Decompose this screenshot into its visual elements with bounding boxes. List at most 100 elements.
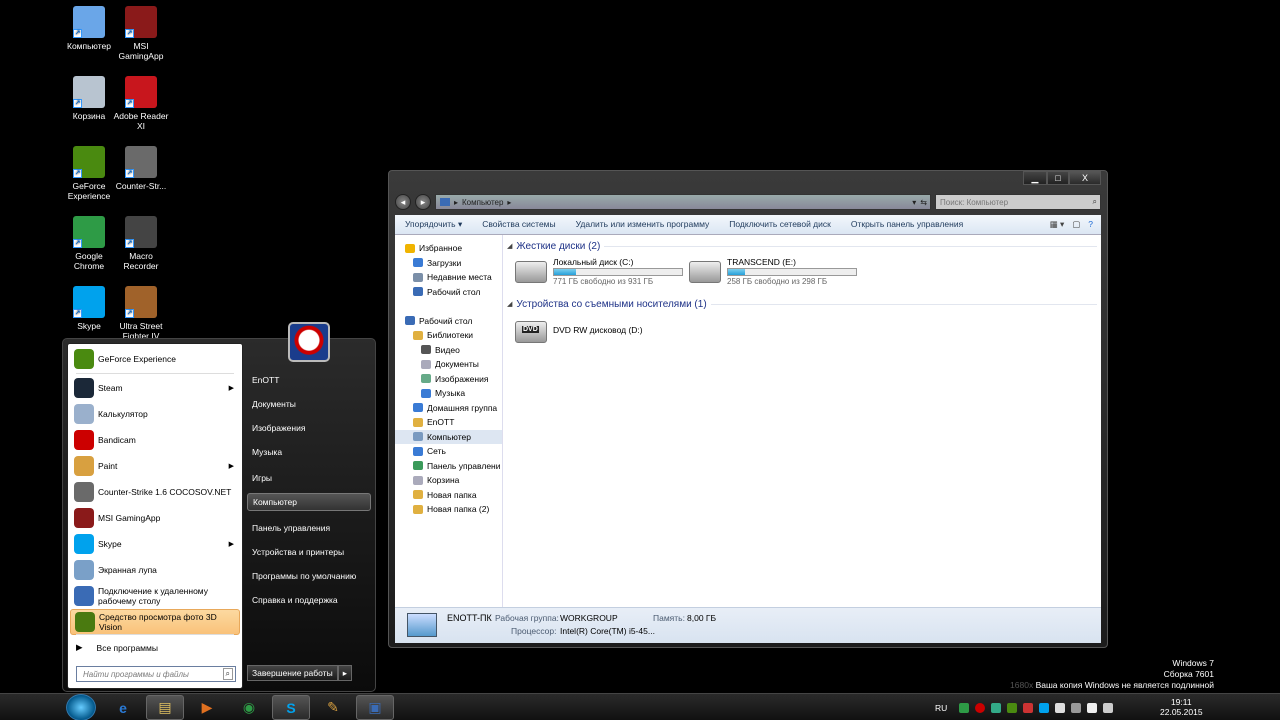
- start-program-item[interactable]: Калькулятор: [70, 401, 240, 427]
- address-bar[interactable]: ▸ Компьютер ▸ ▾ ⇆: [435, 194, 931, 210]
- taskbar-button[interactable]: ◉: [230, 695, 268, 720]
- start-search-input[interactable]: Найти программы и файлы ⌕: [76, 666, 236, 682]
- taskbar-button[interactable]: ▣: [356, 695, 394, 720]
- taskbar-button[interactable]: ▶: [188, 695, 226, 720]
- taskbar-button[interactable]: S: [272, 695, 310, 720]
- start-program-item[interactable]: Подключение к удаленному рабочему столу: [70, 583, 240, 609]
- start-program-item[interactable]: Skype ▶: [70, 531, 240, 557]
- start-program-item[interactable]: Counter-Strike 1.6 COCOSOV.NET: [70, 479, 240, 505]
- tray-app-icon[interactable]: [959, 702, 970, 713]
- tray-flag-icon[interactable]: [1087, 702, 1098, 713]
- all-programs-button[interactable]: ▶ Все программы: [76, 642, 158, 653]
- collapse-icon[interactable]: ◢: [507, 242, 512, 250]
- tree-item[interactable]: Библиотеки: [395, 328, 502, 343]
- start-place-item[interactable]: Программы по умолчанию: [247, 567, 371, 585]
- search-icon[interactable]: ⌕: [222, 668, 233, 680]
- start-place-item[interactable]: Музыка: [247, 443, 371, 461]
- taskbar-button[interactable]: ✎: [314, 695, 352, 720]
- language-indicator[interactable]: RU: [935, 703, 947, 713]
- breadcrumb-computer[interactable]: Компьютер: [462, 198, 503, 207]
- desktop-icon[interactable]: ↗ MSI GamingApp: [113, 6, 169, 61]
- tree-item[interactable]: Загрузки: [395, 256, 502, 271]
- tree-item[interactable]: Музыка: [395, 386, 502, 401]
- tray-volume-icon[interactable]: [1103, 702, 1114, 713]
- tray-record-icon[interactable]: [975, 702, 986, 713]
- user-avatar[interactable]: [288, 322, 330, 362]
- desktop-icon[interactable]: ↗ Adobe Reader XI: [113, 76, 169, 131]
- start-place-item[interactable]: Изображения: [247, 419, 371, 437]
- desktop-icon[interactable]: ↗ Skype: [61, 286, 117, 331]
- tree-item[interactable]: Новая папка (2): [395, 502, 502, 517]
- forward-button[interactable]: ▸: [415, 194, 431, 210]
- tree-item[interactable]: Домашняя группа: [395, 401, 502, 416]
- desktop-icon[interactable]: ↗ Компьютер: [61, 6, 117, 51]
- tree-item[interactable]: Избранное: [395, 241, 502, 256]
- tray-nvidia-icon[interactable]: [1007, 702, 1018, 713]
- start-place-item[interactable]: Компьютер: [247, 493, 371, 511]
- tree-item[interactable]: Компьютер: [395, 429, 502, 444]
- desktop-icon[interactable]: ↗ Корзина: [61, 76, 117, 121]
- collapse-icon[interactable]: ◢: [507, 300, 512, 308]
- command-button[interactable]: Упорядочить ▾: [395, 219, 472, 230]
- drive-e[interactable]: TRANSCEND (E:) 258 ГБ свободно из 298 ГБ: [689, 257, 857, 286]
- tree-item[interactable]: Корзина: [395, 473, 502, 488]
- tree-item[interactable]: Видео: [395, 343, 502, 358]
- close-button[interactable]: X: [1069, 171, 1101, 185]
- command-button[interactable]: Открыть панель управления: [841, 219, 973, 230]
- tray-steam-icon[interactable]: [1071, 702, 1082, 713]
- start-place-item[interactable]: Справка и поддержка: [247, 591, 371, 609]
- group-header-hard-drives[interactable]: ◢ Жесткие диски (2): [507, 239, 1101, 253]
- refresh-icon[interactable]: ⇆: [920, 198, 930, 207]
- start-place-item[interactable]: Устройства и принтеры: [247, 543, 371, 561]
- tree-item[interactable]: Недавние места: [395, 270, 502, 285]
- command-button[interactable]: Подключить сетевой диск: [719, 219, 841, 230]
- maximize-button[interactable]: □: [1047, 171, 1069, 185]
- desktop-icon[interactable]: ↗ GeForce Experience: [61, 146, 117, 201]
- command-button[interactable]: Свойства системы: [472, 219, 565, 230]
- preview-pane-icon[interactable]: ▢: [1072, 219, 1080, 230]
- start-program-item[interactable]: Paint ▶: [70, 453, 240, 479]
- start-program-item[interactable]: MSI GamingApp: [70, 505, 240, 531]
- view-options-icon[interactable]: ▦ ▾: [1050, 219, 1065, 230]
- help-icon[interactable]: ?: [1088, 219, 1093, 230]
- start-program-item[interactable]: GeForce Experience: [70, 346, 240, 372]
- address-dropdown-icon[interactable]: ▾: [912, 198, 916, 207]
- drive-c[interactable]: Локальный диск (C:) 771 ГБ свободно из 9…: [515, 257, 683, 286]
- tree-item[interactable]: Панель управлени: [395, 459, 502, 474]
- start-program-item[interactable]: Steam ▶: [70, 375, 240, 401]
- tray-skype-icon[interactable]: [1039, 702, 1050, 713]
- desktop-icon[interactable]: ↗ Counter-Str...: [113, 146, 169, 191]
- clock[interactable]: 19:11 22.05.2015: [1160, 697, 1203, 717]
- start-place-item[interactable]: Панель управления: [247, 519, 371, 537]
- start-program-item[interactable]: Экранная лупа: [70, 557, 240, 583]
- desktop-icon[interactable]: ↗ Ultra Street Fighter IV: [113, 286, 169, 341]
- start-place-item[interactable]: EnOTT: [247, 371, 371, 389]
- tree-item[interactable]: Сеть: [395, 444, 502, 459]
- minimize-button[interactable]: ▁: [1023, 171, 1047, 185]
- start-place-item[interactable]: Игры: [247, 469, 371, 487]
- search-icon[interactable]: ⌕: [1093, 197, 1097, 207]
- start-program-item[interactable]: Средство просмотра фото 3D Vision: [70, 609, 240, 635]
- back-button[interactable]: ◂: [395, 194, 411, 210]
- shutdown-options-button[interactable]: ▸: [337, 665, 352, 681]
- shutdown-button[interactable]: Завершение работы: [247, 665, 338, 681]
- tree-item[interactable]: Документы: [395, 357, 502, 372]
- drive-d[interactable]: DVD DVD RW дисковод (D:): [515, 317, 643, 343]
- tray-app-icon[interactable]: [1023, 702, 1034, 713]
- group-header-removable[interactable]: ◢ Устройства со съемными носителями (1): [507, 297, 1101, 311]
- taskbar-button[interactable]: ▤: [146, 695, 184, 720]
- search-input[interactable]: Поиск: Компьютер ⌕: [935, 194, 1101, 210]
- tree-item[interactable]: Рабочий стол: [395, 314, 502, 329]
- desktop-icon[interactable]: ↗ Google Chrome: [61, 216, 117, 271]
- desktop-icon[interactable]: ↗ Macro Recorder: [113, 216, 169, 271]
- tree-item[interactable]: Новая папка: [395, 488, 502, 503]
- tray-network-icon[interactable]: [1055, 702, 1066, 713]
- start-place-item[interactable]: Документы: [247, 395, 371, 413]
- taskbar-button[interactable]: e: [104, 695, 142, 720]
- tree-item[interactable]: Рабочий стол: [395, 285, 502, 300]
- command-button[interactable]: Удалить или изменить программу: [566, 219, 720, 230]
- start-program-item[interactable]: Bandicam: [70, 427, 240, 453]
- tray-app-icon[interactable]: [991, 702, 1002, 713]
- tree-item[interactable]: EnOTT: [395, 415, 502, 430]
- tree-item[interactable]: Изображения: [395, 372, 502, 387]
